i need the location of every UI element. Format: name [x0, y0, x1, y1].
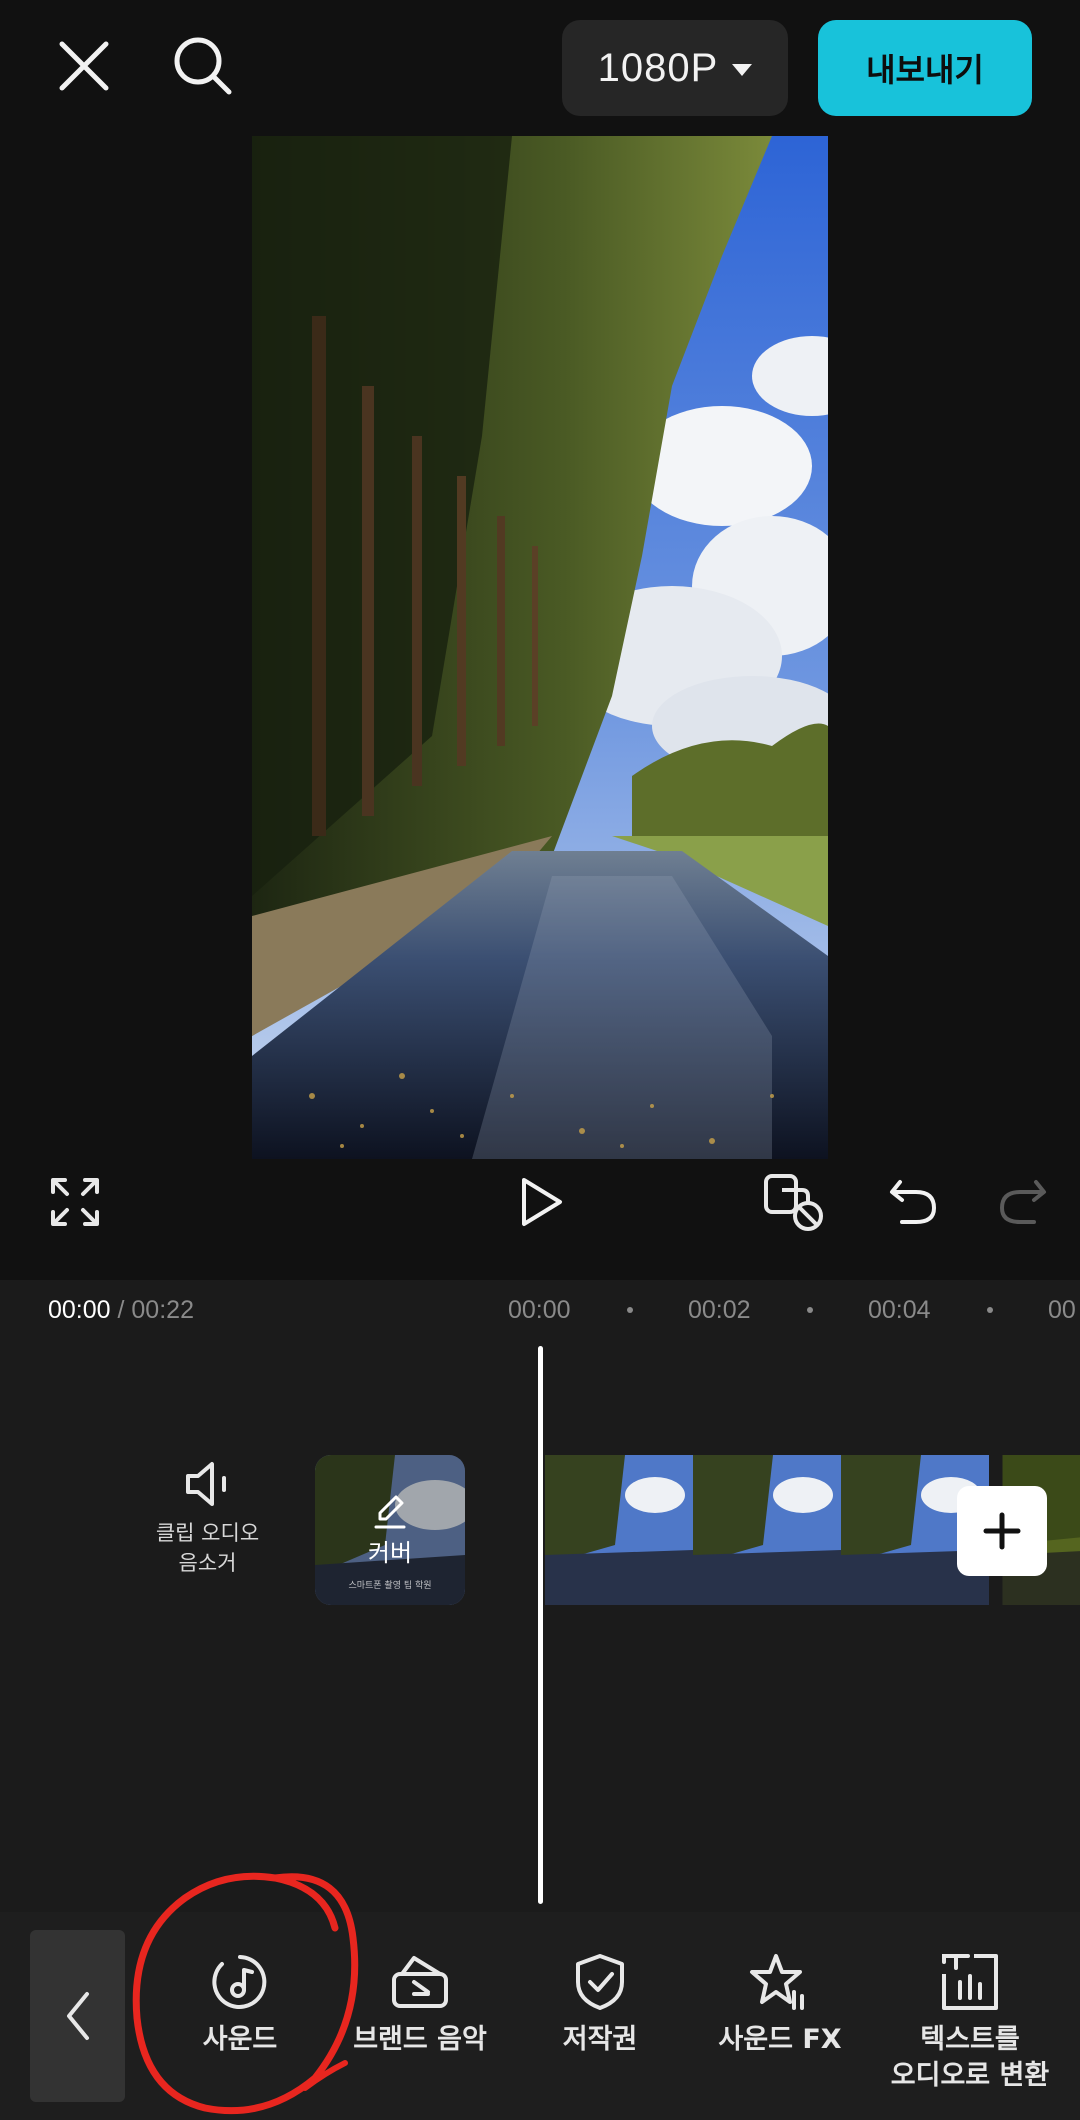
mute-label-line1: 클립 오디오: [155, 1521, 260, 1545]
cover-button[interactable]: 커버 스마트폰 촬영 팁 학원: [315, 1455, 465, 1605]
time-separator: /: [110, 1296, 132, 1324]
fullscreen-button[interactable]: [43, 1170, 107, 1234]
tool-copyright-label: 저작권: [562, 2024, 638, 2055]
keyframe-button[interactable]: [762, 1170, 826, 1234]
time-readout: 00:00 / 00:22: [48, 1296, 194, 1325]
ruler-label: 00:02: [688, 1296, 751, 1324]
tool-text-to-audio-line2: 오디오로 변환: [890, 2060, 1050, 2091]
cover-subtitle: 스마트폰 촬영 팁 학원: [348, 1581, 432, 1591]
fullscreen-icon: [51, 1178, 99, 1226]
ruler-dot: [987, 1307, 993, 1313]
export-label: 내보내기: [866, 51, 984, 89]
tool-sound[interactable]: 사운드: [150, 1952, 330, 2058]
chevron-left-icon: [66, 1992, 89, 2040]
preview-image: [252, 136, 828, 1159]
play-icon: [522, 1178, 562, 1226]
plus-icon: [983, 1512, 1021, 1550]
search-icon: [174, 37, 232, 95]
current-time: 00:00: [48, 1296, 111, 1324]
mute-label: 클립 오디오 음소거: [156, 1518, 259, 1578]
redo-icon: [1000, 1180, 1046, 1224]
clip-frame: [545, 1455, 693, 1605]
ruler-label: 00:00: [508, 1296, 571, 1324]
tool-brand-music-label: 브랜드 음악: [353, 2024, 487, 2055]
redo-button[interactable]: [990, 1170, 1054, 1234]
back-button[interactable]: [30, 1930, 125, 2102]
keyframe-off-icon: [764, 1174, 823, 1231]
undo-button[interactable]: [882, 1170, 946, 1234]
ruler-label: 00: [1048, 1296, 1076, 1324]
tool-text-to-audio[interactable]: 텍스트를 오디오로 변환: [870, 1952, 1070, 2094]
video-preview[interactable]: [252, 136, 828, 1159]
ruler-dot: [627, 1307, 633, 1313]
tool-text-to-audio-line1: 텍스트를: [920, 2024, 1020, 2055]
star-fx-icon: [750, 1954, 804, 2010]
tool-brand-music[interactable]: 브랜드 음악: [330, 1952, 510, 2058]
play-button[interactable]: [508, 1170, 572, 1234]
mute-label-line2: 음소거: [178, 1551, 237, 1575]
tool-sound-fx-label: 사운드 FX: [718, 2024, 842, 2055]
undo-icon: [890, 1180, 936, 1224]
tool-text-to-audio-label: 텍스트를 오디오로 변환: [891, 2022, 1049, 2094]
export-button[interactable]: 내보내기: [818, 20, 1032, 116]
text-to-audio-icon: [942, 1954, 998, 2010]
resolution-dropdown[interactable]: 1080P: [562, 20, 788, 116]
playhead[interactable]: [538, 1346, 543, 1904]
close-icon: [59, 41, 109, 91]
search-button[interactable]: [167, 30, 239, 102]
tool-sound-label: 사운드: [202, 2024, 278, 2055]
music-note-icon: [212, 1955, 267, 2009]
clip-frame: [693, 1455, 841, 1605]
speaker-icon: [185, 1462, 226, 1506]
ruler-label: 00:04: [868, 1296, 931, 1324]
chevron-down-icon: [732, 64, 753, 76]
brand-music-icon: [392, 1956, 448, 2008]
shield-check-icon: [576, 1954, 624, 2010]
mute-clip-audio-button[interactable]: 클립 오디오 음소거: [145, 1460, 270, 1578]
cover-label: 커버: [367, 1538, 413, 1567]
edit-pencil-icon: [374, 1495, 406, 1528]
resolution-value: 1080P: [597, 45, 719, 90]
total-time: 00:22: [131, 1296, 194, 1324]
ruler-dot: [807, 1307, 813, 1313]
tool-copyright[interactable]: 저작권: [510, 1952, 690, 2058]
add-clip-button[interactable]: [957, 1486, 1047, 1576]
tool-sound-fx[interactable]: 사운드 FX: [690, 1952, 870, 2058]
close-button[interactable]: [48, 30, 120, 102]
